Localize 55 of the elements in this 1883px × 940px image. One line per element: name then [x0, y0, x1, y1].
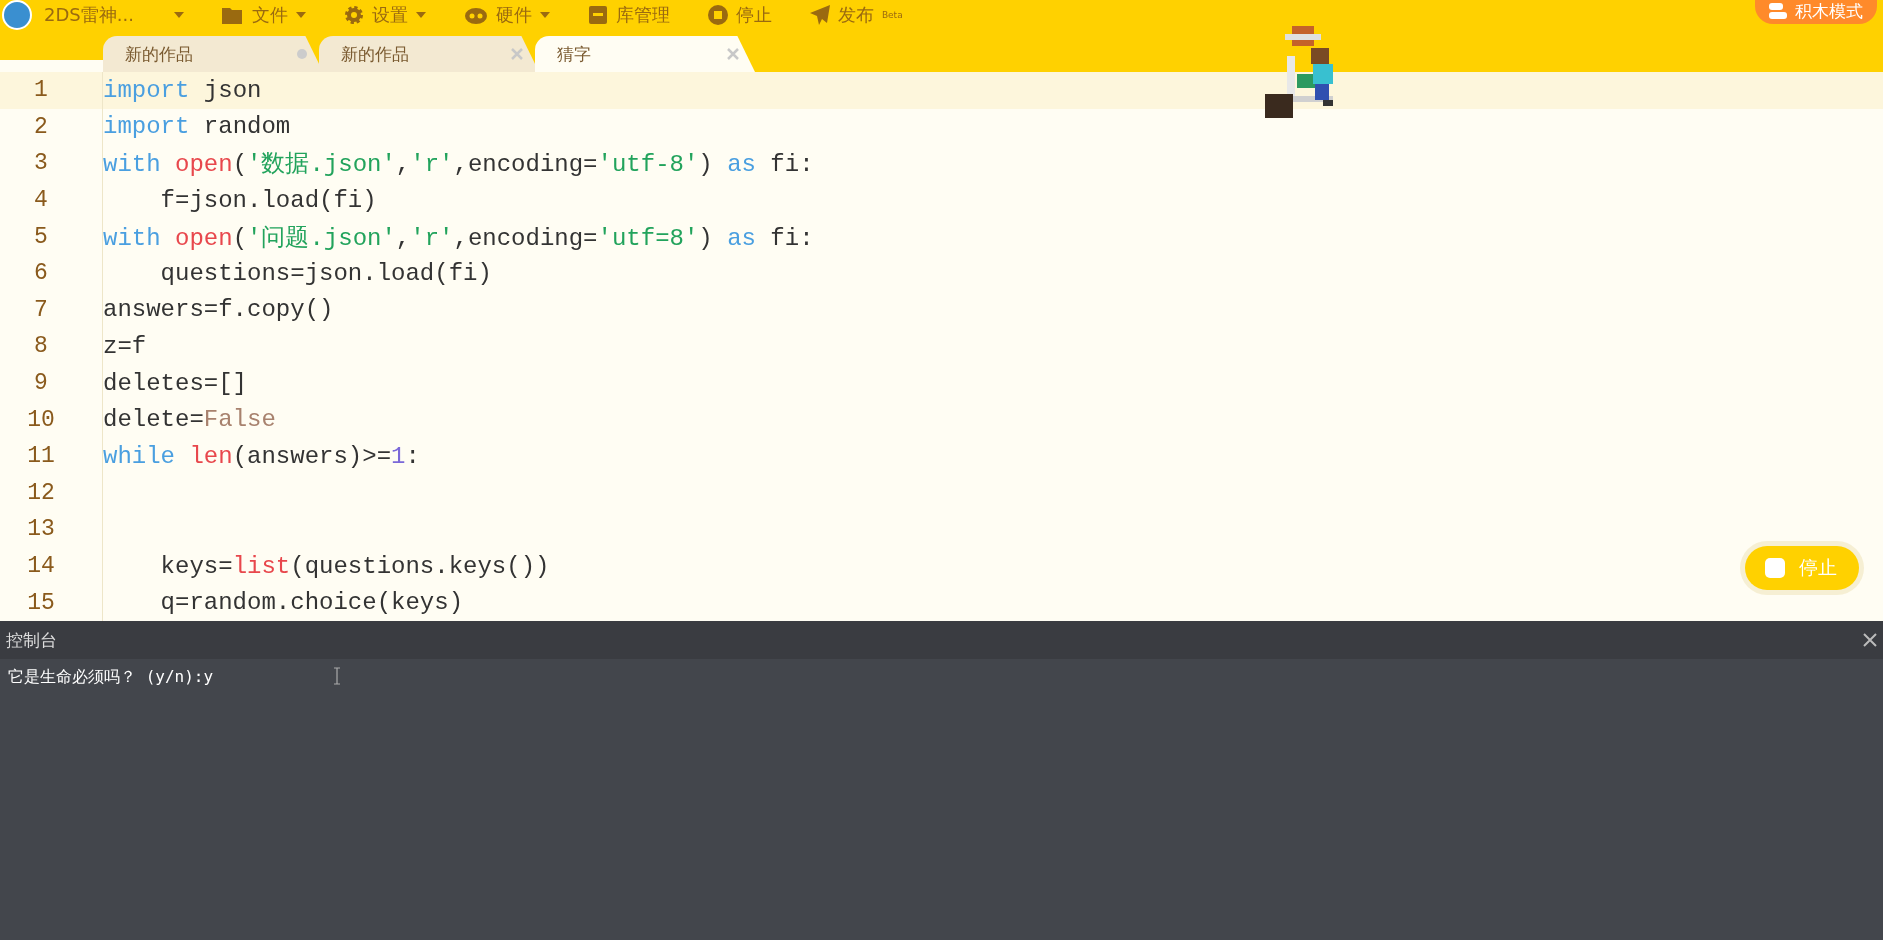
line-number: 15 — [0, 584, 103, 621]
menu-button[interactable]: 停止 — [707, 3, 772, 27]
line-number: 3 — [0, 145, 103, 182]
folder-icon — [221, 6, 244, 24]
line-number: 6 — [0, 254, 103, 292]
stop-icon — [707, 5, 728, 25]
code-line: with open('问题.json','r',encoding='utf=8') as fi: — [103, 223, 814, 253]
line-number: 4 — [0, 181, 103, 219]
line-number: 8 — [0, 328, 103, 365]
block-mode-button[interactable]: 积木模式 — [1755, 0, 1877, 24]
paper-plane-icon — [809, 5, 830, 25]
line-number: 11 — [0, 437, 103, 475]
menu-button[interactable]: 文件 — [221, 3, 306, 27]
code-line: import json — [103, 76, 262, 104]
board-icon — [463, 5, 488, 25]
box-icon — [587, 5, 608, 25]
line-number: 2 — [0, 108, 103, 146]
console-title: 控制台 — [6, 628, 57, 652]
user-name: 2DS雷神... — [44, 3, 134, 27]
menu-button[interactable]: 设置 — [343, 3, 426, 27]
blocks-icon — [1769, 3, 1787, 19]
text-cursor-icon — [333, 667, 342, 685]
code-line: with open('数据.json','r',encoding='utf-8') as fi: — [103, 150, 814, 180]
code-line: delete=False — [103, 406, 276, 434]
menu-button[interactable]: 发布 $^{Beta}$ — [809, 3, 903, 27]
line-number: 9 — [0, 364, 103, 402]
user-avatar[interactable] — [2, 0, 32, 30]
line-number: 5 — [0, 218, 103, 255]
line-number: 14 — [0, 547, 103, 585]
close-icon[interactable] — [1863, 633, 1877, 647]
code-line: keys=list(questions.keys()) — [159, 552, 550, 580]
console-output: 它是生命必须吗？ (y/n):y — [8, 667, 214, 688]
settings-icon — [343, 5, 364, 25]
code-line: deletes=[] — [103, 369, 248, 397]
line-number: 1 — [0, 72, 103, 109]
code-line: questions=json.load(fi) — [159, 259, 492, 287]
code-line: answers=f.copy() — [103, 296, 334, 324]
caret-icon — [539, 12, 550, 18]
caret-icon — [415, 12, 426, 18]
file-tab[interactable]: 猜字 — [535, 36, 755, 72]
line-number: 12 — [0, 474, 103, 512]
menu-button[interactable]: 库管理 — [587, 3, 670, 27]
caret-icon — [173, 12, 184, 18]
line-number: 7 — [0, 291, 103, 329]
code-line: f=json.load(fi) — [159, 186, 377, 214]
caret-icon — [295, 12, 306, 18]
code-line: z=f — [103, 332, 147, 360]
line-number: 10 — [0, 401, 103, 438]
code-line: q=random.choice(keys) — [159, 589, 464, 617]
menu-button[interactable]: 硬件 — [463, 3, 550, 27]
code-line: while len(answers)>=1: — [103, 442, 420, 470]
line-number: 13 — [0, 511, 103, 548]
unsaved-dot-icon — [297, 49, 307, 59]
code-line: import random — [103, 113, 291, 141]
stop-icon — [1765, 558, 1785, 578]
